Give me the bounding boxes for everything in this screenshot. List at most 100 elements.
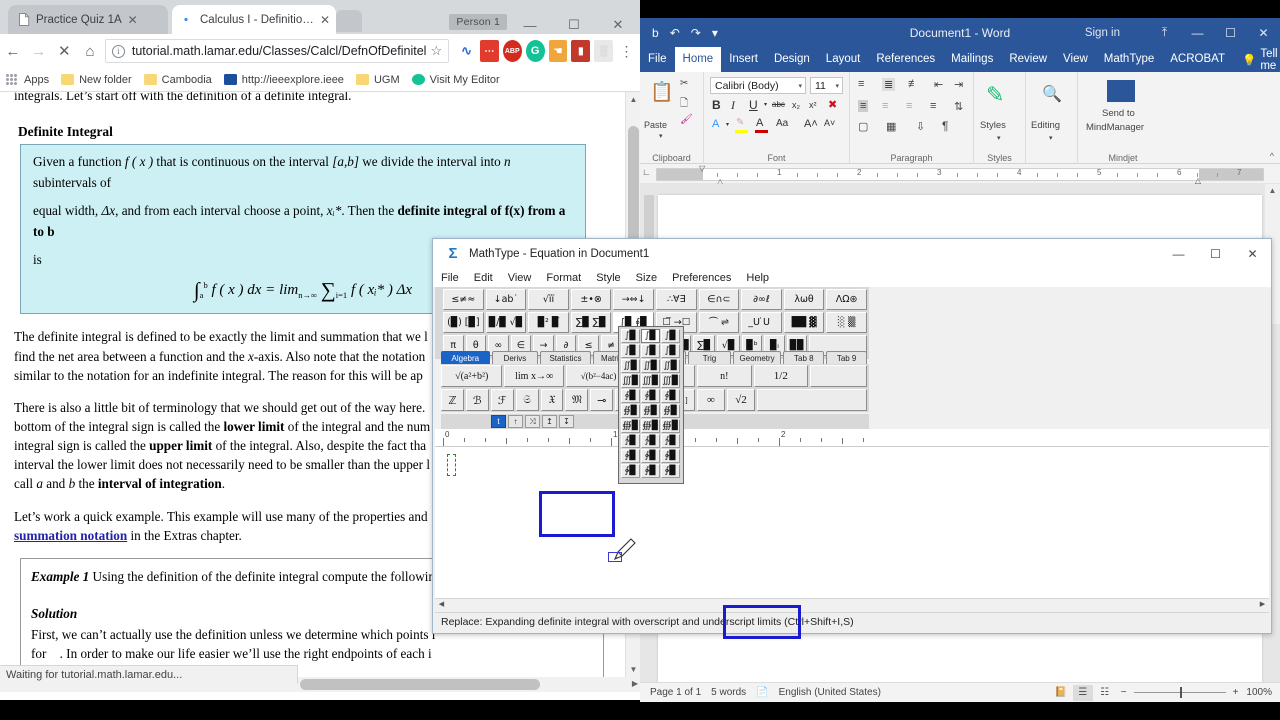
integral-template[interactable]: ∮▉ [621, 389, 640, 403]
line-spacing-icon[interactable]: ⇅ [954, 100, 963, 113]
tab-mathtype[interactable]: MathType [1096, 47, 1163, 72]
integral-template[interactable]: ∫▉ [661, 344, 680, 358]
menu-edit[interactable]: Edit [474, 272, 493, 284]
tab-algebra[interactable]: Algebra [441, 351, 490, 364]
search-icon[interactable]: 🔍 [1042, 84, 1062, 104]
integral-template[interactable]: ∯▉ [661, 404, 680, 418]
integral-template-selected[interactable]: ∫▉ [641, 329, 660, 343]
integral-template[interactable]: ∮▉ [641, 389, 660, 403]
zoom-out-button[interactable]: − [1121, 687, 1127, 698]
align-left-icon[interactable]: ≡ [858, 100, 868, 112]
scroll-down-icon[interactable]: ▼ [626, 662, 641, 677]
scrollbar-thumb-h[interactable] [300, 679, 540, 690]
tab-view[interactable]: View [1055, 47, 1096, 72]
bullets-icon[interactable]: ≡ [858, 78, 864, 90]
editing-caret-icon[interactable]: ▾ [1049, 134, 1053, 142]
scroll-up-icon[interactable]: ▲ [1265, 184, 1280, 198]
summation-notation-link[interactable]: summation notation [14, 528, 127, 543]
menu-view[interactable]: View [508, 272, 532, 284]
scroll-left-icon[interactable]: ◀ [435, 599, 448, 611]
borders-icon[interactable]: ▦ [886, 120, 896, 133]
ruler-track[interactable]: 1 2 3 4 5 6 7 ▽ △ △ [656, 168, 1264, 181]
tab-8[interactable]: Tab 8 [783, 351, 824, 364]
template-matrix[interactable]: ██ ▓ [784, 312, 825, 333]
expr-limit[interactable]: lim x→∞ [504, 365, 563, 387]
browser-tab-calculus[interactable]: Calculus I - Definition of ✕ [172, 5, 336, 34]
tab-stop-decimal-button[interactable]: ↥ [542, 415, 557, 428]
browser-menu-icon[interactable]: ⋮ [617, 46, 636, 56]
back-icon[interactable]: ← [0, 36, 26, 66]
sym-m[interactable]: 𝔐 [565, 389, 588, 411]
tab-derivs[interactable]: Derivs [492, 351, 539, 364]
palette-operators[interactable]: ±•⊗ [571, 289, 612, 310]
page-count-label[interactable]: Page 1 of 1 [650, 687, 701, 698]
ribbon-display-options-icon[interactable]: ⤒ [1148, 25, 1181, 40]
tab-home[interactable]: Home [675, 47, 722, 72]
integral-template[interactable]: ∲▉ [621, 449, 640, 463]
tab-stop-right-button[interactable]: ⤨ [525, 415, 540, 428]
mathtype-equation-ruler[interactable]: 0 1 2 [435, 429, 1269, 447]
font-color-icon[interactable]: A [756, 117, 763, 129]
web-layout-icon[interactable]: ☷ [1095, 685, 1115, 701]
editing-label[interactable]: Editing [1031, 120, 1060, 131]
superscript-button[interactable]: x² [809, 100, 817, 110]
expr-empty[interactable] [810, 365, 867, 387]
read-mode-icon[interactable]: 📔 [1051, 685, 1071, 701]
integral-template[interactable]: ∫▉ [641, 344, 660, 358]
integral-template[interactable]: ∱▉ [621, 434, 640, 448]
wave-extension-icon[interactable]: ∿ [457, 40, 476, 62]
palette-spaces[interactable]: ↓ab˙ [486, 289, 527, 310]
integral-template[interactable]: ∬▉ [621, 359, 640, 373]
word-horizontal-ruler[interactable]: ∟ 1 2 3 4 5 6 7 ▽ △ △ [640, 164, 1280, 184]
sort-icon[interactable]: ⇩ [916, 120, 925, 133]
home-icon[interactable]: ⌂ [77, 36, 103, 66]
scroll-right-icon[interactable]: ▶ [1256, 599, 1269, 611]
chevron-down-icon[interactable]: ▾ [798, 82, 805, 90]
template-subscript-superscript[interactable]: ▉² ▉̅ [528, 312, 569, 333]
grammarly-icon[interactable]: G [526, 40, 545, 62]
sym-f[interactable]: ℱ [491, 389, 514, 411]
minimize-icon[interactable]: — [1160, 239, 1197, 269]
language-label[interactable]: English (United States) [779, 687, 881, 698]
underline-caret-icon[interactable]: ▾ [764, 101, 767, 108]
word-count-label[interactable]: 5 words [711, 687, 746, 698]
bookmark-cambodia[interactable]: Cambodia [144, 74, 212, 86]
integral-template[interactable]: ∳▉ [641, 464, 660, 478]
integral-template[interactable]: ∫▉ [661, 329, 680, 343]
shrink-font-button[interactable]: A˅ [824, 118, 835, 128]
tab-layout[interactable]: Layout [818, 47, 869, 72]
tab-design[interactable]: Design [766, 47, 818, 72]
zoom-slider[interactable] [1134, 692, 1226, 693]
page-info-icon[interactable]: i [112, 45, 125, 58]
cut-icon[interactable]: ✂ [680, 78, 688, 89]
tab-stop-center-button[interactable]: ↑ [508, 415, 523, 428]
styles-icon[interactable]: ✎ [986, 82, 1004, 108]
sym-sqrt2[interactable]: √2 [727, 389, 755, 411]
integral-template[interactable]: ∰▉ [661, 419, 680, 433]
menu-file[interactable]: File [441, 272, 459, 284]
palette-relations[interactable]: ≤≠≈ [443, 289, 484, 310]
forward-icon[interactable]: → [26, 36, 52, 66]
hand-extension-icon[interactable]: ☚ [549, 40, 568, 62]
sym-empty[interactable] [757, 389, 867, 411]
bookmark-new-folder[interactable]: New folder [61, 74, 132, 86]
tab-file[interactable]: File [640, 47, 675, 72]
annotation-size-handle[interactable] [608, 552, 622, 562]
italic-button[interactable]: I [731, 98, 735, 113]
close-icon[interactable]: ✕ [320, 14, 330, 26]
tab-trig[interactable]: Trig [688, 351, 731, 364]
tab-stop-selector-icon[interactable]: ∟ [642, 167, 651, 177]
zoom-in-button[interactable]: + [1233, 687, 1239, 698]
book-extension-icon[interactable]: ▮ [571, 40, 590, 62]
sym-infinity-2[interactable]: ∞ [697, 389, 725, 411]
decrease-indent-icon[interactable]: ⇤ [934, 78, 943, 91]
sym-multimap[interactable]: ⊸ [590, 389, 613, 411]
integral-template[interactable]: ∬▉ [641, 359, 660, 373]
adblock-plus-icon[interactable]: ABP [503, 40, 522, 62]
paste-icon[interactable]: 📋 [650, 80, 674, 104]
change-case-button[interactable]: Aa [776, 118, 788, 129]
increase-indent-icon[interactable]: ⇥ [954, 78, 963, 91]
integral-template[interactable]: ∳▉ [621, 464, 640, 478]
template-product-set[interactable]: ̲U ̇U [741, 312, 782, 333]
menu-style[interactable]: Style [596, 272, 620, 284]
